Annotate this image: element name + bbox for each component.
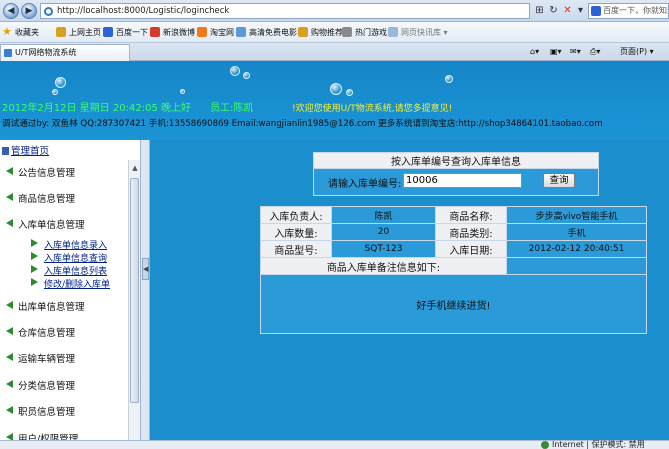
fav-link[interactable]: 上网主页	[56, 26, 101, 39]
tab-bar: U/T网络物流系统 ⌂▾ ▣▾ ✉▾ ⎙▾ 页面(P) ▾	[0, 43, 669, 61]
url-field[interactable]: http://localhost:8000/Logistic/loginchec…	[40, 3, 530, 19]
submenu-inbound-query[interactable]: 入库单信息查询	[30, 251, 107, 264]
dropdown-icon[interactable]: ▾	[574, 4, 587, 17]
value-date: 2012-02-12 20:40:51	[506, 240, 647, 258]
sidebar-home-link[interactable]: 管理首页	[2, 143, 49, 157]
menu-category[interactable]: 分类信息管理	[5, 378, 75, 392]
home-icon[interactable]: ⌂▾	[530, 45, 539, 59]
scroll-up-icon[interactable]: ▲	[131, 164, 139, 172]
label-manager: 入库负责人:	[260, 206, 332, 224]
label-goods-name: 商品名称:	[435, 206, 507, 224]
submenu-inbound-edit[interactable]: 修改/删除入库单	[30, 277, 110, 290]
menu-vehicle[interactable]: 运输车辆管理	[5, 351, 75, 365]
stop-icon[interactable]: ✕	[561, 4, 574, 17]
favorites-bar: ★ 收藏夹 上网主页 百度一下 新浪微博 淘宝网 高清免费电影 购物推荐 热门游戏…	[0, 22, 669, 43]
employee-name: 员工:陈凯	[210, 103, 254, 114]
menu-goods[interactable]: 商品信息管理	[5, 191, 75, 205]
url-text: http://localhost:8000/Logistic/loginchec…	[57, 6, 230, 16]
menu-outbound[interactable]: 出库单信息管理	[6, 299, 85, 313]
star-icon: ★	[2, 25, 12, 38]
label-quantity: 入库数量:	[260, 223, 332, 241]
query-button[interactable]: 查询	[543, 173, 575, 188]
inbound-id-input[interactable]: 10006	[403, 173, 522, 188]
fav-link[interactable]: 百度一下	[103, 26, 148, 39]
value-manager: 陈凯	[331, 206, 436, 224]
submenu-inbound-list[interactable]: 入库单信息列表	[30, 264, 107, 277]
remark-label: 商品入库单备注信息如下:	[260, 257, 507, 275]
baidu-icon	[103, 27, 113, 37]
page-icon	[56, 27, 66, 37]
fav-link[interactable]: 新浪微博	[150, 26, 195, 39]
mail-icon[interactable]: ✉▾	[570, 45, 581, 59]
tab-current[interactable]: U/T网络物流系统	[0, 44, 130, 61]
label-date: 入库日期:	[435, 240, 507, 258]
collapse-handle-icon[interactable]: ◀	[142, 258, 149, 280]
favorites-button[interactable]: ★ 收藏夹	[2, 25, 39, 39]
game-icon	[342, 27, 352, 37]
welcome-text: !欢迎您使用U/T物流系统,请您多提意见!	[292, 104, 453, 114]
frame-splitter[interactable]: ◀	[140, 140, 150, 449]
taobao-icon	[197, 27, 207, 37]
address-bar-row: ◀ ▶ http://localhost:8000/Logistic/login…	[0, 0, 669, 22]
search-placeholder: 百度一下，你就知道	[603, 6, 669, 15]
query-title: 按入库单编号查询入库单信息	[313, 152, 599, 169]
print-icon[interactable]: ⎙▾	[590, 45, 600, 59]
status-bar: Internet | 保护模式: 禁用	[0, 440, 669, 449]
bubble-decoration	[52, 89, 58, 95]
value-model: SQT-123	[331, 240, 436, 258]
bubble-decoration	[346, 89, 353, 96]
baidu-icon	[591, 6, 601, 16]
fav-link[interactable]: 购物推荐	[298, 26, 343, 39]
refresh-icon[interactable]: ↻	[547, 4, 560, 17]
feed-icon	[388, 27, 398, 37]
menu-staff[interactable]: 职员信息管理	[5, 404, 75, 418]
bubble-decoration	[180, 89, 185, 94]
bubble-decoration	[55, 77, 66, 88]
main-content: 按入库单编号查询入库单信息 请输入库单编号: 10006 查询 入库负责人: 陈…	[150, 140, 669, 449]
value-quantity: 20	[331, 223, 436, 241]
tab-icon	[4, 49, 12, 57]
debug-info: 调试通过by: 双鱼林 QQ:287307421 手机:13558690869 …	[2, 119, 603, 129]
movie-icon	[236, 27, 246, 37]
label-category: 商品类别:	[435, 223, 507, 241]
query-label: 请输入库单编号:	[328, 179, 402, 190]
cart-icon	[298, 27, 308, 37]
bubble-decoration	[230, 66, 240, 76]
bubble-decoration	[330, 83, 342, 95]
weibo-icon	[150, 27, 160, 37]
search-box[interactable]: 百度一下，你就知道	[588, 3, 669, 19]
value-category: 手机	[506, 223, 647, 241]
fav-link[interactable]: 高清免费电影	[236, 26, 297, 39]
page-menu[interactable]: 页面(P) ▾	[620, 45, 654, 59]
remark-text: 好手机继续进货!	[260, 274, 647, 334]
feeds-icon[interactable]: ▣▾	[550, 45, 562, 59]
inbound-detail-table: 入库负责人: 陈凯 商品名称: 步步高vivo智能手机 入库数量: 20 商品类…	[260, 206, 647, 334]
remark-spacer	[506, 257, 647, 275]
back-icon[interactable]: ◀	[3, 3, 19, 19]
status-text: Internet | 保护模式: 禁用	[552, 440, 645, 449]
menu-notice[interactable]: 公告信息管理	[5, 165, 75, 179]
scroll-thumb[interactable]	[130, 178, 139, 403]
menu-warehouse[interactable]: 仓库信息管理	[5, 325, 75, 339]
bubble-decoration	[445, 75, 453, 83]
sidebar: 管理首页 公告信息管理 商品信息管理 入库单信息管理 入库单信息录入 入库单信息…	[0, 140, 140, 449]
menu-inbound[interactable]: 入库单信息管理	[6, 217, 85, 231]
value-goods-name: 步步高vivo智能手机	[506, 206, 647, 224]
internet-zone-icon	[541, 441, 549, 449]
sidebar-scrollbar[interactable]: ▲	[128, 160, 140, 449]
home-icon	[2, 147, 9, 155]
label-model: 商品型号:	[260, 240, 332, 258]
page-header: 2012年2月12日 星期日 20:42:05 晚上好 员工:陈凯 !欢迎您使用…	[0, 61, 669, 140]
fav-link[interactable]: 热门游戏	[342, 26, 387, 39]
submenu-inbound-add[interactable]: 入库单信息录入	[30, 238, 107, 251]
forward-icon[interactable]: ▶	[21, 3, 37, 19]
date-line: 2012年2月12日 星期日 20:42:05 晚上好 员工:陈凯	[2, 103, 254, 114]
bubble-decoration	[243, 72, 250, 79]
fav-link[interactable]: 淘宝网	[197, 26, 234, 39]
ie-icon	[44, 7, 53, 16]
compat-view-icon[interactable]: ⊞	[533, 4, 546, 17]
fav-link[interactable]: 网页快讯库 ▾	[388, 26, 448, 39]
